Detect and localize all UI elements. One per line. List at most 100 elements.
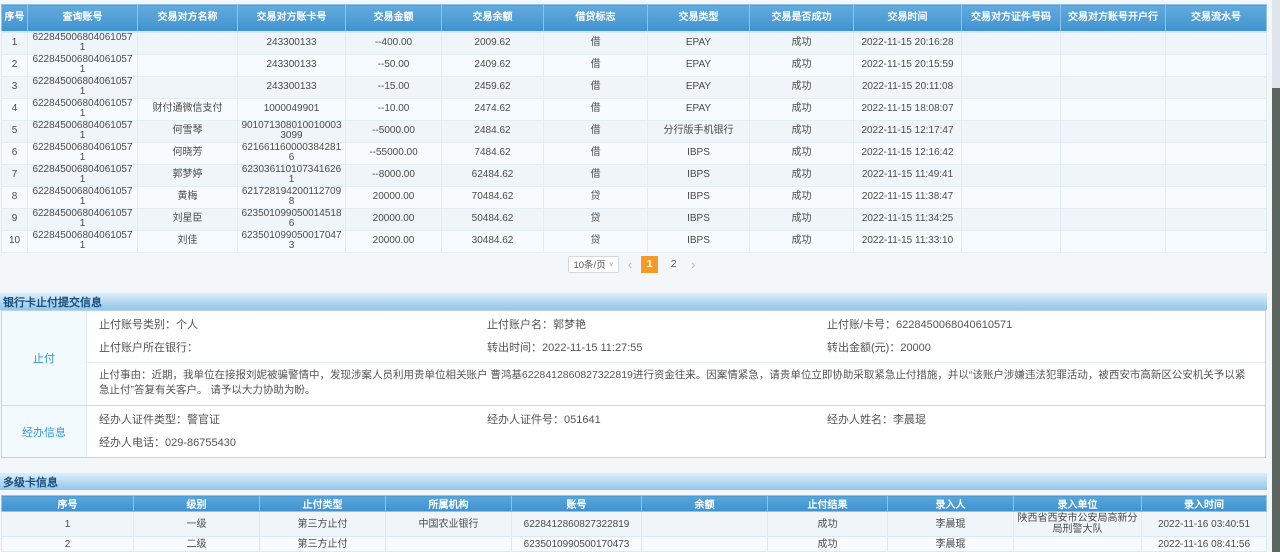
cell — [642, 537, 768, 552]
column-header: 交易对方证件号码 — [962, 5, 1061, 32]
cell — [1166, 54, 1267, 76]
column-header: 交易金额 — [346, 5, 442, 32]
cell: 二级 — [134, 537, 260, 552]
cell — [962, 120, 1061, 142]
cell: 2022-11-16 03:40:51 — [1142, 512, 1267, 537]
cell: 成功 — [750, 164, 854, 186]
cell: 借 — [544, 76, 648, 98]
cell: 刘佳 — [138, 230, 238, 252]
cell: 贷 — [544, 208, 648, 230]
cell: 50484.62 — [442, 208, 544, 230]
table-row: 2二级第三方止付6235010990500170473成功李晨琨2022-11-… — [2, 537, 1267, 552]
cell: 6228450068040610571 — [28, 208, 138, 230]
cell: IBPS — [648, 208, 750, 230]
column-header: 录入时间 — [1142, 496, 1267, 512]
cell — [962, 32, 1061, 55]
stop-payment-fields: 止付账号类别：个人 止付账户名：郭梦艳 止付账/卡号：6228450068040… — [87, 311, 1265, 362]
table-row: 1一级第三方止付中国农业银行6228412860827322819成功李晨琨陕西… — [2, 512, 1267, 537]
cell: 2022-11-15 11:49:41 — [854, 164, 962, 186]
page-2-button[interactable]: 2 — [665, 256, 682, 273]
cell: 成功 — [750, 142, 854, 164]
table-row: 26228450068040610571243300133--50.002409… — [2, 54, 1267, 76]
table-row: 36228450068040610571243300133--15.002459… — [2, 76, 1267, 98]
prev-page-button[interactable]: ‹ — [626, 257, 634, 272]
field-account-name: 止付账户名：郭梦艳 — [487, 318, 827, 332]
stop-payment-side-label: 止付 — [2, 311, 87, 405]
agent-info-side-label: 经办信息 — [2, 406, 87, 457]
cell: 2022-11-15 11:34:25 — [854, 208, 962, 230]
cell: 2 — [2, 537, 134, 552]
cell: 20000.00 — [346, 208, 442, 230]
scrollbar[interactable] — [1272, 88, 1280, 552]
transactions-header-row: 序号查询账号交易对方名称交易对方账卡号交易金额交易余额借贷标志交易类型交易是否成… — [2, 5, 1267, 32]
cell — [1166, 230, 1267, 252]
cell — [642, 512, 768, 537]
cell: IBPS — [648, 186, 750, 208]
table-row: 46228450068040610571财付通微信支付1000049901--1… — [2, 98, 1267, 120]
page-1-button[interactable]: 1 — [641, 256, 658, 273]
cell — [1061, 164, 1166, 186]
transactions-header: 序号查询账号交易对方名称交易对方账卡号交易金额交易余额借贷标志交易类型交易是否成… — [2, 5, 1267, 32]
cell: 6228450068040610571 — [28, 32, 138, 55]
cell: 6217281942001127098 — [238, 186, 346, 208]
cell: 6235010990500170473 — [512, 537, 642, 552]
column-header: 账号 — [512, 496, 642, 512]
table-row: 56228450068040610571何雪琴90107130801001000… — [2, 120, 1267, 142]
column-header: 交易对方名称 — [138, 5, 238, 32]
cell: 陕西省西安市公安局高新分局刑警大队 — [1014, 512, 1142, 537]
cell — [1061, 98, 1166, 120]
transactions-body: 16228450068040610571243300133--400.00200… — [2, 32, 1267, 253]
agent-info-block: 经办信息 经办人证件类型：警官证 经办人证件号：051641 经办人姓名：李晨琨… — [2, 405, 1265, 457]
cell: 一级 — [134, 512, 260, 537]
cell — [1061, 142, 1166, 164]
cell: 243300133 — [238, 54, 346, 76]
cell: 20000.00 — [346, 230, 442, 252]
cell: 2022-11-15 20:11:08 — [854, 76, 962, 98]
cell: EPAY — [648, 76, 750, 98]
cell — [1166, 164, 1267, 186]
cell — [1166, 98, 1267, 120]
column-header: 交易是否成功 — [750, 5, 854, 32]
next-page-button[interactable]: › — [689, 257, 697, 272]
column-header: 交易流水号 — [1166, 5, 1267, 32]
cell: 7484.62 — [442, 142, 544, 164]
cell: 郭梦婷 — [138, 164, 238, 186]
cell: 李晨琨 — [888, 512, 1014, 537]
cell: 2022-11-15 20:15:59 — [854, 54, 962, 76]
cell: 成功 — [750, 230, 854, 252]
page-size-select[interactable]: 10条/页 ∨ — [568, 256, 618, 273]
cell — [962, 208, 1061, 230]
cell: 李晨琨 — [888, 537, 1014, 552]
cell: 2022-11-15 11:33:10 — [854, 230, 962, 252]
multi-card-section-header: 多级卡信息 — [0, 472, 1267, 490]
cell: 2022-11-15 20:16:28 — [854, 32, 962, 55]
page-size-value: 10条/页 — [573, 257, 605, 271]
multi-card-table: 序号级别止付类型所属机构账号余额止付结果录入人录入单位录入时间 1一级第三方止付… — [1, 495, 1267, 552]
cell: 8 — [2, 186, 28, 208]
cell: 借 — [544, 120, 648, 142]
cell: 9010713080100100033099 — [238, 120, 346, 142]
cell: 1000049901 — [238, 98, 346, 120]
column-header: 余额 — [642, 496, 768, 512]
cell: 2022-11-15 11:38:47 — [854, 186, 962, 208]
cell: 20000.00 — [346, 186, 442, 208]
cell: 借 — [544, 98, 648, 120]
multi-card-header: 序号级别止付类型所属机构账号余额止付结果录入人录入单位录入时间 — [2, 496, 1267, 512]
cell: 30484.62 — [442, 230, 544, 252]
column-header: 所属机构 — [386, 496, 512, 512]
cell — [962, 98, 1061, 120]
cell: 6228450068040610571 — [28, 98, 138, 120]
cell: --55000.00 — [346, 142, 442, 164]
cell: 成功 — [750, 98, 854, 120]
cell: --5000.00 — [346, 120, 442, 142]
cell — [962, 186, 1061, 208]
cell: 财付通微信支付 — [138, 98, 238, 120]
cell: 6228450068040610571 — [28, 164, 138, 186]
field-agent-cert-no: 经办人证件号：051641 — [487, 413, 827, 427]
cell: 何晓芳 — [138, 142, 238, 164]
column-header: 借贷标志 — [544, 5, 648, 32]
column-header: 交易时间 — [854, 5, 962, 32]
stop-payment-box: 止付 止付账号类别：个人 止付账户名：郭梦艳 止付账/卡号：6228450068… — [1, 310, 1266, 458]
cell — [138, 54, 238, 76]
column-header: 交易对方账卡号 — [238, 5, 346, 32]
